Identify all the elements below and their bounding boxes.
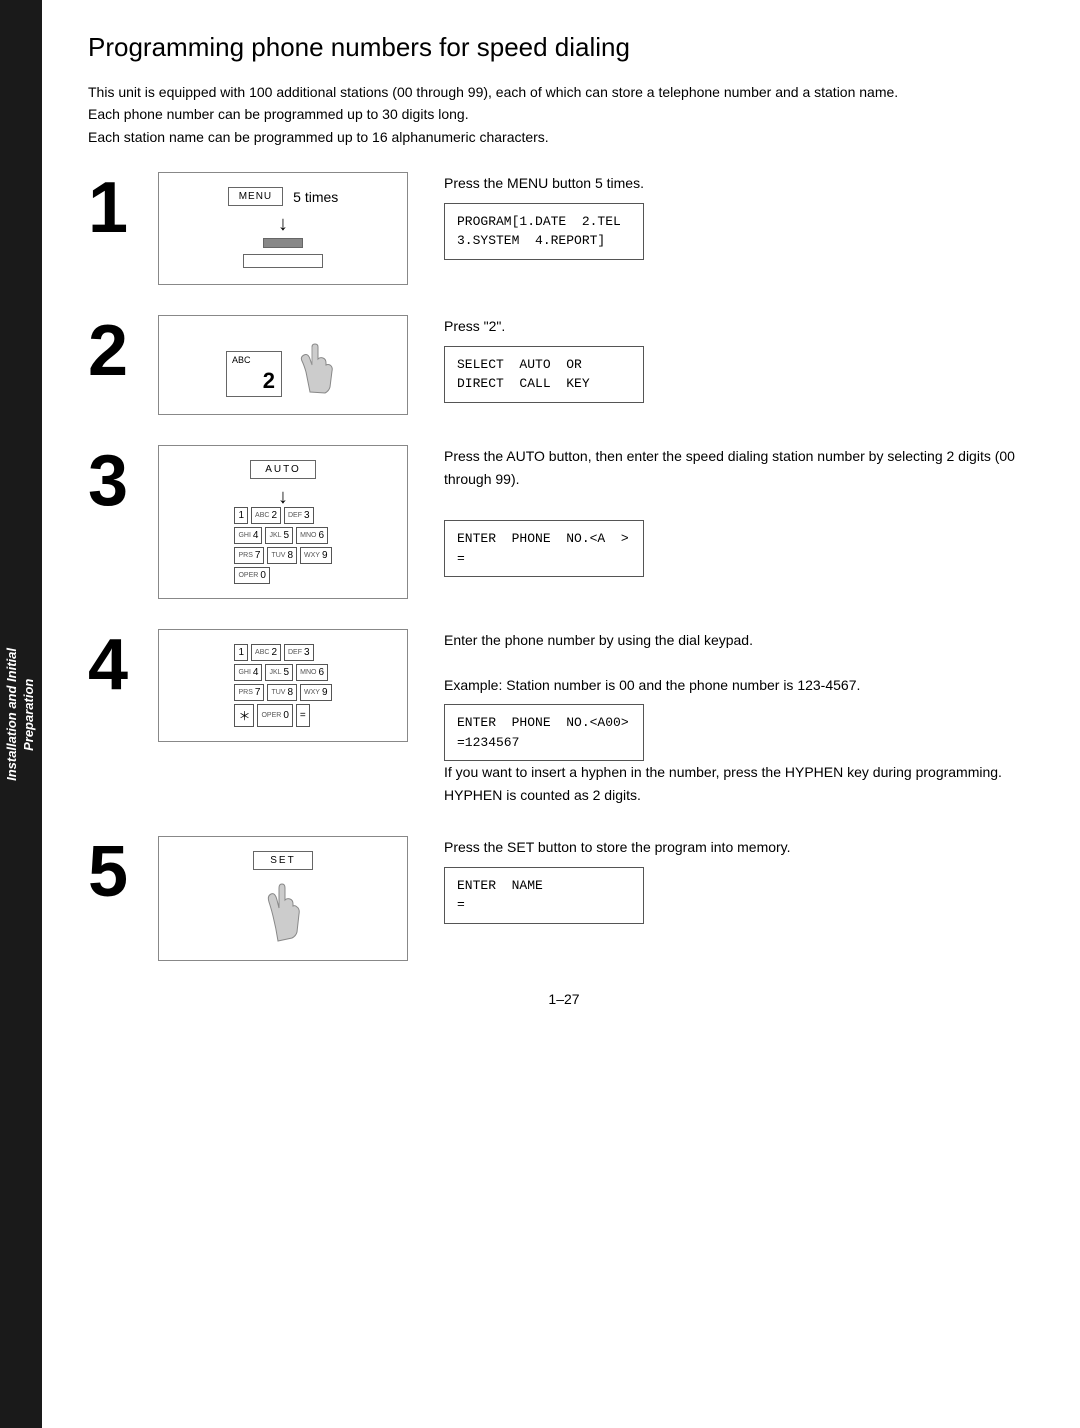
step-2-display: SELECT AUTO ORDIRECT CALL KEY — [444, 346, 644, 403]
key-4: GHI 4 — [234, 527, 262, 544]
step-5-diagram: SET — [158, 836, 408, 961]
step-3-arrow: ↓ — [278, 487, 288, 507]
key-9: WXY 9 — [300, 547, 332, 564]
step-1-number: 1 — [88, 172, 148, 244]
step-4-description: Enter the phone number by using the dial… — [444, 629, 1040, 806]
step-2-description: Press "2". SELECT AUTO ORDIRECT CALL KEY — [444, 315, 1040, 402]
step-4-desc-line1: Enter the phone number by using the dial… — [444, 629, 1040, 651]
step-3-number: 3 — [88, 445, 148, 517]
key-0: OPER 0 — [234, 567, 269, 584]
step-4: 4 1 ABC 2 DEF 3 GHI 4 JKL 5 MNO 6 PRS 7 … — [88, 629, 1040, 806]
key4-7: PRS 7 — [234, 684, 264, 701]
times-label: 5 times — [293, 189, 338, 205]
step-5: 5 SET Press the SET button to store the … — [88, 836, 1040, 961]
intro-line1: This unit is equipped with 100 additiona… — [88, 84, 898, 100]
step-1-description: Press the MENU button 5 times. PROGRAM[1… — [444, 172, 1040, 259]
display-rect-wide — [243, 254, 323, 268]
set-button: SET — [253, 851, 312, 870]
step-3-diagram: AUTO ↓ 1 ABC 2 DEF 3 GHI 4 JKL 5 MNO 6 P… — [158, 445, 408, 599]
main-content: Programming phone numbers for speed dial… — [58, 0, 1080, 1047]
key-7: PRS 7 — [234, 547, 264, 564]
set-area: SET — [253, 851, 313, 946]
keypad4-row-2: GHI 4 JKL 5 MNO 6 — [234, 664, 331, 681]
step-1-display: PROGRAM[1.DATE 2.TEL3.SYSTEM 4.REPORT] — [444, 203, 644, 260]
keypad-row-3: PRS 7 TUV 8 WXY 9 — [234, 547, 331, 564]
key-1: 1 — [234, 507, 248, 524]
step-3-inner: AUTO ↓ 1 ABC 2 DEF 3 GHI 4 JKL 5 MNO 6 P… — [234, 460, 331, 584]
step-3-display: ENTER PHONE NO.<A >= — [444, 520, 644, 577]
key-3: DEF 3 — [284, 507, 314, 524]
set-finger-icon — [253, 876, 313, 946]
key-abc-label: ABC — [232, 355, 251, 365]
key-2-label: 2 — [263, 368, 275, 394]
step-2: 2 ABC 2 Press "2". SELECT AUTO ORDIRECT … — [88, 315, 1040, 415]
step-4-diagram: 1 ABC 2 DEF 3 GHI 4 JKL 5 MNO 6 PRS 7 TU… — [158, 629, 408, 742]
step-4-display: ENTER PHONE NO.<A00>=1234567 — [444, 704, 644, 761]
keypad-row-4: OPER 0 — [234, 567, 331, 584]
keypad4-row-4: ＊ OPER 0 = — [234, 704, 331, 727]
key4-3: DEF 3 — [284, 644, 314, 661]
arrow-down-icon: ↓ — [278, 214, 288, 234]
step-4-number: 4 — [88, 629, 148, 701]
step-4-desc-line2: Example: Station number is 00 and the ph… — [444, 674, 1040, 696]
key4-4: GHI 4 — [234, 664, 262, 681]
step-5-desc-text: Press the SET button to store the progra… — [444, 836, 1040, 858]
display-rect-small — [263, 238, 303, 248]
key4-9: WXY 9 — [300, 684, 332, 701]
step-5-description: Press the SET button to store the progra… — [444, 836, 1040, 923]
intro-text: This unit is equipped with 100 additiona… — [88, 81, 1040, 148]
keypad-row-1: 1 ABC 2 DEF 3 — [234, 507, 331, 524]
keypad-3: 1 ABC 2 DEF 3 GHI 4 JKL 5 MNO 6 PRS 7 TU… — [234, 507, 331, 584]
key-6: MNO 6 — [296, 527, 328, 544]
step-3: 3 AUTO ↓ 1 ABC 2 DEF 3 GHI 4 JKL 5 MNO 6 — [88, 445, 1040, 599]
step-1-menu-row: MENU 5 times — [228, 187, 339, 206]
step-2-key-area: ABC 2 — [226, 333, 340, 397]
keypad4-row-1: 1 ABC 2 DEF 3 — [234, 644, 331, 661]
key4-equals: = — [296, 704, 310, 727]
menu-button-label: MENU — [228, 187, 283, 206]
step-3-desc-text: Press the AUTO button, then enter the sp… — [444, 445, 1040, 490]
key4-0: OPER 0 — [257, 704, 292, 727]
sidebar-label: Installation and InitialPreparation — [4, 648, 38, 781]
step-2-number: 2 — [88, 315, 148, 387]
keypad-row-2: GHI 4 JKL 5 MNO 6 — [234, 527, 331, 544]
step-5-number: 5 — [88, 836, 148, 908]
key-5: JKL 5 — [265, 527, 293, 544]
intro-line2: Each phone number can be programmed up t… — [88, 106, 469, 122]
key4-star: ＊ — [234, 704, 254, 727]
finger-icon — [290, 337, 340, 397]
auto-button: AUTO — [250, 460, 316, 479]
step-2-diagram: ABC 2 — [158, 315, 408, 415]
key-8: TUV 8 — [267, 547, 297, 564]
keypad4-row-3: PRS 7 TUV 8 WXY 9 — [234, 684, 331, 701]
key-2-box: ABC 2 — [226, 351, 282, 397]
key4-6: MNO 6 — [296, 664, 328, 681]
page-title: Programming phone numbers for speed dial… — [88, 32, 1040, 63]
step-2-desc-text: Press "2". — [444, 315, 1040, 337]
key-2: ABC 2 — [251, 507, 281, 524]
page-number: 1–27 — [88, 991, 1040, 1007]
key4-1: 1 — [234, 644, 248, 661]
sidebar: Installation and InitialPreparation — [0, 0, 42, 1428]
step-4-desc-line3: If you want to insert a hyphen in the nu… — [444, 761, 1040, 806]
step-5-display: ENTER NAME= — [444, 867, 644, 924]
intro-line3: Each station name can be programmed up t… — [88, 129, 549, 145]
step-1-desc-text: Press the MENU button 5 times. — [444, 172, 1040, 194]
step-1: 1 MENU 5 times ↓ Press the MENU button 5… — [88, 172, 1040, 285]
key4-5: JKL 5 — [265, 664, 293, 681]
step-3-description: Press the AUTO button, then enter the sp… — [444, 445, 1040, 577]
key4-2: ABC 2 — [251, 644, 281, 661]
step-1-diagram: MENU 5 times ↓ — [158, 172, 408, 285]
keypad-4: 1 ABC 2 DEF 3 GHI 4 JKL 5 MNO 6 PRS 7 TU… — [234, 644, 331, 727]
key4-8: TUV 8 — [267, 684, 297, 701]
